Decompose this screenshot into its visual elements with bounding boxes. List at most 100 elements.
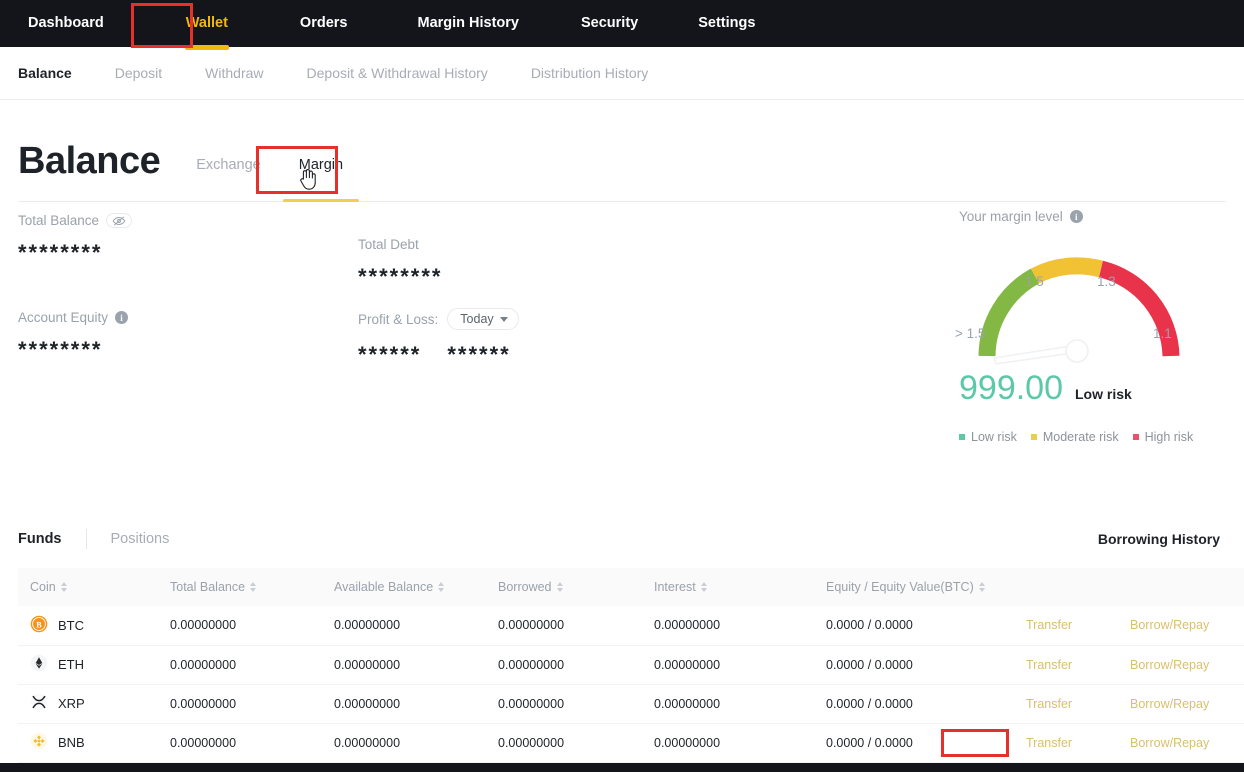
info-icon[interactable]: i (1070, 210, 1083, 223)
borrow-repay-link[interactable]: Borrow/Repay (1130, 736, 1209, 750)
cell-action-trade: Trade (1238, 684, 1244, 723)
eye-off-icon[interactable] (106, 213, 132, 228)
table-row: BNB 0.00000000 0.00000000 0.00000000 0.0… (18, 723, 1244, 762)
funds-table-container: Coin Total Balance Available Balance Bor… (18, 568, 1220, 763)
sort-icon[interactable] (557, 582, 563, 592)
pnl-value-secondary: ****** (447, 342, 510, 368)
tab-label: Margin (299, 157, 343, 173)
margin-risk-legend: Low risk Moderate risk High risk (959, 430, 1204, 444)
bnb-icon (30, 732, 48, 753)
legend-item-low-risk: Low risk (959, 430, 1017, 444)
margin-level-label: Your margin level (959, 209, 1063, 224)
sort-icon[interactable] (979, 582, 985, 592)
cell-equity: 0.0000 / 0.0000 (814, 606, 1014, 645)
pnl-period-select[interactable]: Today (447, 308, 518, 330)
column-header-action-1 (1014, 568, 1118, 606)
legend-label: High risk (1145, 430, 1194, 444)
pnl-header: Profit & Loss: Today (358, 308, 519, 330)
subnav-item-distribution-history[interactable]: Distribution History (531, 65, 648, 81)
subnav-item-withdraw[interactable]: Withdraw (205, 65, 263, 81)
column-label: Coin (30, 580, 56, 594)
tab-margin[interactable]: Margin (299, 157, 343, 177)
sort-icon[interactable] (250, 582, 256, 592)
nav-item-label: Settings (698, 15, 755, 31)
cell-borrowed: 0.00000000 (486, 723, 642, 762)
nav-item-settings[interactable]: Settings (688, 0, 765, 47)
nav-item-security[interactable]: Security (571, 0, 648, 47)
legend-dot-icon (1133, 434, 1139, 440)
sort-icon[interactable] (438, 582, 444, 592)
funds-table-head: Coin Total Balance Available Balance Bor… (18, 568, 1244, 606)
sort-icon[interactable] (701, 582, 707, 592)
cell-action-borrow-repay: Borrow/Repay (1118, 645, 1238, 684)
table-header-row: Coin Total Balance Available Balance Bor… (18, 568, 1244, 606)
nav-item-margin-history[interactable]: Margin History (407, 0, 529, 47)
margin-level-title: Your margin level i (959, 209, 1204, 224)
cell-action-transfer: Transfer (1014, 645, 1118, 684)
coin-symbol: BNB (58, 735, 85, 750)
nav-active-underline (185, 45, 229, 50)
cell-borrowed: 0.00000000 (486, 684, 642, 723)
nav-item-label: Orders (300, 15, 348, 31)
tab-exchange[interactable]: Exchange (196, 157, 261, 177)
gauge-tick-1-3: 1.3 (1097, 274, 1116, 289)
subnav-item-deposit-withdrawal-history[interactable]: Deposit & Withdrawal History (307, 65, 488, 81)
column-header-coin[interactable]: Coin (18, 568, 158, 606)
profit-loss-label: Profit & Loss: (358, 312, 438, 327)
nav-item-label: Security (581, 15, 638, 31)
sort-icon[interactable] (61, 582, 67, 592)
transfer-link[interactable]: Transfer (1026, 618, 1072, 632)
nav-item-wallet[interactable]: Wallet (176, 0, 238, 47)
coin-symbol: XRP (58, 696, 85, 711)
cell-available-balance: 0.00000000 (322, 723, 486, 762)
coin-symbol: ETH (58, 657, 84, 672)
cell-coin: BNB (18, 723, 158, 762)
subnav-item-balance[interactable]: Balance (18, 65, 72, 81)
stat-label: Total Debt (358, 237, 443, 252)
borrow-repay-link[interactable]: Borrow/Repay (1130, 658, 1209, 672)
cell-borrowed: 0.00000000 (486, 606, 642, 645)
column-header-available-balance[interactable]: Available Balance (322, 568, 486, 606)
cell-action-borrow-repay: Borrow/Repay (1118, 606, 1238, 645)
cell-action-transfer: Transfer (1014, 723, 1118, 762)
legend-item-high-risk: High risk (1133, 430, 1194, 444)
cell-action-trade: Trade (1238, 723, 1244, 762)
subnav-item-deposit[interactable]: Deposit (115, 65, 162, 81)
xrp-icon (30, 693, 48, 714)
total-balance-value: ******** (18, 240, 132, 266)
nav-item-label: Margin History (417, 15, 519, 31)
borrow-repay-link[interactable]: Borrow/Repay (1130, 618, 1209, 632)
stat-account-equity: Account Equity i ******** (18, 310, 128, 363)
top-navigation-bar: Dashboard Wallet Orders Margin History S… (0, 0, 1244, 47)
margin-level-panel: Your margin level i > 1.5 1.5 1.3 1.1 (959, 209, 1204, 444)
coin-symbol: BTC (58, 618, 84, 633)
borrow-repay-link[interactable]: Borrow/Repay (1130, 697, 1209, 711)
transfer-link[interactable]: Transfer (1026, 658, 1072, 672)
column-header-borrowed[interactable]: Borrowed (486, 568, 642, 606)
info-icon[interactable]: i (115, 311, 128, 324)
transfer-link[interactable]: Transfer (1026, 736, 1072, 750)
legend-item-moderate-risk: Moderate risk (1031, 430, 1119, 444)
total-debt-value: ******** (358, 264, 443, 290)
nav-item-dashboard[interactable]: Dashboard (18, 0, 114, 47)
borrowing-history-link[interactable]: Borrowing History (1098, 531, 1220, 547)
column-header-interest[interactable]: Interest (642, 568, 814, 606)
column-label: Interest (654, 580, 696, 594)
svg-text:B: B (36, 620, 42, 629)
column-header-equity[interactable]: Equity / Equity Value(BTC) (814, 568, 1014, 606)
balance-mode-tabs: Exchange Margin (196, 157, 343, 182)
cell-coin: B BTC (18, 606, 158, 645)
tab-positions[interactable]: Positions (111, 531, 170, 547)
transfer-link[interactable]: Transfer (1026, 697, 1072, 711)
nav-item-orders[interactable]: Orders (290, 0, 358, 47)
legend-dot-icon (959, 434, 965, 440)
cell-total-balance: 0.00000000 (158, 645, 322, 684)
column-header-total-balance[interactable]: Total Balance (158, 568, 322, 606)
gauge-tick-1-1: 1.1 (1153, 326, 1172, 341)
stat-total-balance: Total Balance ******** (18, 213, 132, 266)
funds-tab-divider (86, 529, 87, 549)
pnl-value-primary: ****** (358, 342, 421, 368)
column-label: Total Balance (170, 580, 245, 594)
tab-funds[interactable]: Funds (18, 531, 62, 547)
cell-action-trade: Trade (1238, 645, 1244, 684)
